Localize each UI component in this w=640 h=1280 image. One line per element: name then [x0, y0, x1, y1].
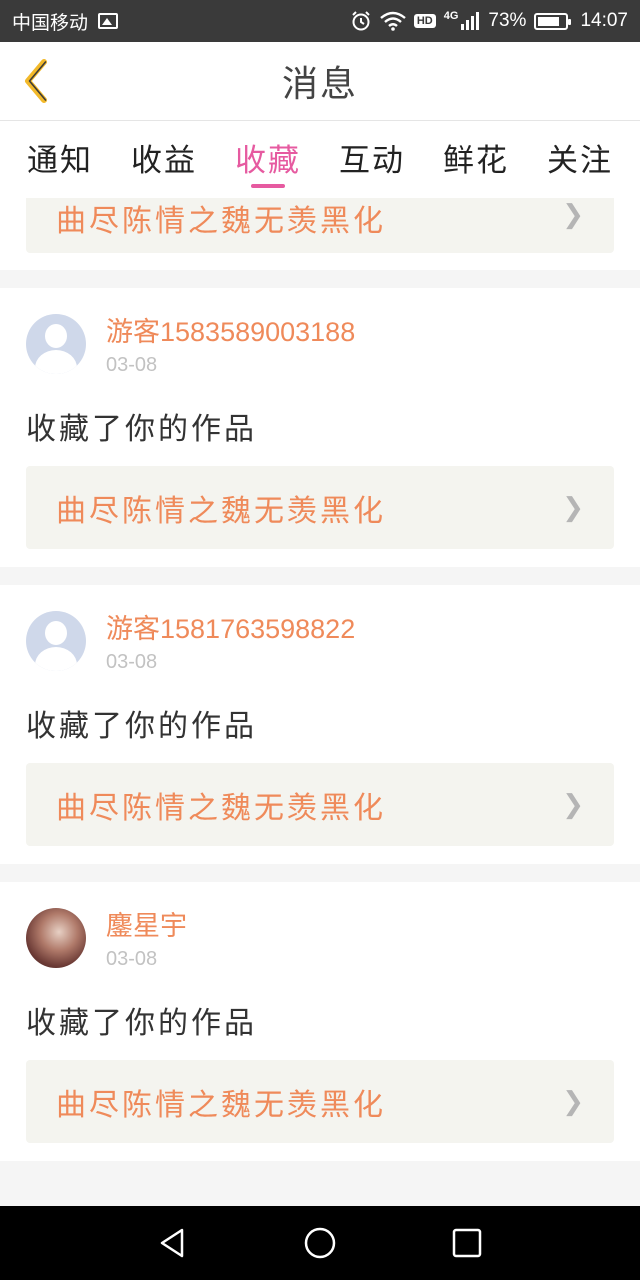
app-header: 消息: [0, 42, 640, 120]
system-nav-bar: [0, 1206, 640, 1280]
work-title: 曲尽陈情之魏无羡黑化: [56, 790, 386, 826]
work-title: 曲尽陈情之魏无羡黑化: [56, 1087, 386, 1123]
date: 03-08: [106, 948, 158, 970]
chevron-right-icon: ❯: [562, 1086, 584, 1117]
date: 03-08: [106, 651, 158, 673]
work-title: 曲尽陈情之魏无羡黑化: [56, 204, 386, 239]
clock: 14:07: [580, 10, 628, 31]
chevron-right-icon: ❯: [562, 492, 584, 523]
work-link[interactable]: 曲尽陈情之魏无羡黑化 ❯: [26, 198, 614, 253]
work-title: 曲尽陈情之魏无羡黑化: [56, 493, 386, 529]
action-text: 收藏了你的作品: [26, 412, 257, 447]
status-bar: 中国移动 HD 4G 73% 14:07: [0, 0, 640, 42]
wifi-icon: [380, 11, 406, 31]
favorites-list: 曲尽陈情之魏无羡黑化 ❯ 游客1583589003188 03-08 收藏了你的…: [0, 198, 640, 1206]
hd-badge: HD: [413, 14, 436, 28]
list-item: 游客1581763598822 03-08 收藏了你的作品 曲尽陈情之魏无羡黑化…: [0, 585, 640, 864]
signal-icon: [461, 12, 480, 30]
chevron-right-icon: ❯: [562, 789, 584, 820]
avatar[interactable]: [26, 611, 86, 671]
avatar[interactable]: [26, 908, 86, 968]
list-item: 曲尽陈情之魏无羡黑化 ❯: [0, 198, 640, 270]
tab-flowers[interactable]: 鲜花: [443, 121, 509, 198]
date: 03-08: [106, 354, 158, 376]
chevron-left-icon: [25, 59, 47, 103]
image-notification-icon: [98, 13, 119, 29]
tab-earnings[interactable]: 收益: [131, 121, 197, 198]
battery-icon: [534, 12, 572, 30]
home-circle-icon[interactable]: [303, 1226, 337, 1260]
work-link[interactable]: 曲尽陈情之魏无羡黑化 ❯: [26, 763, 614, 846]
tab-notifications[interactable]: 通知: [27, 121, 93, 198]
page-title: 消息: [281, 64, 358, 105]
action-text: 收藏了你的作品: [26, 709, 257, 744]
avatar[interactable]: [26, 314, 86, 374]
action-text: 收藏了你的作品: [26, 1006, 257, 1041]
back-button[interactable]: [16, 56, 56, 106]
username[interactable]: 游客1581763598822: [106, 613, 355, 645]
list-item: 鏖星宇 03-08 收藏了你的作品 曲尽陈情之魏无羡黑化 ❯: [0, 882, 640, 1161]
alarm-icon: [352, 11, 370, 31]
tab-interactions[interactable]: 互动: [339, 121, 405, 198]
recents-square-icon[interactable]: [450, 1226, 484, 1260]
tab-follows[interactable]: 关注: [547, 121, 613, 198]
tab-favorites[interactable]: 收藏: [235, 121, 301, 198]
work-link[interactable]: 曲尽陈情之魏无羡黑化 ❯: [26, 1060, 614, 1143]
list-item: 游客1583589003188 03-08 收藏了你的作品 曲尽陈情之魏无羡黑化…: [0, 288, 640, 567]
network-type-label: 4G: [443, 10, 459, 22]
username[interactable]: 游客1583589003188: [106, 316, 355, 348]
work-link[interactable]: 曲尽陈情之魏无羡黑化 ❯: [26, 466, 614, 549]
tab-bar: 通知 收益 收藏 互动 鲜花 关注: [0, 120, 640, 198]
back-triangle-icon[interactable]: [156, 1226, 190, 1260]
battery-percent: 73%: [488, 10, 527, 31]
chevron-right-icon: ❯: [562, 200, 584, 230]
username[interactable]: 鏖星宇: [106, 910, 187, 942]
carrier-label: 中国移动: [12, 12, 89, 34]
